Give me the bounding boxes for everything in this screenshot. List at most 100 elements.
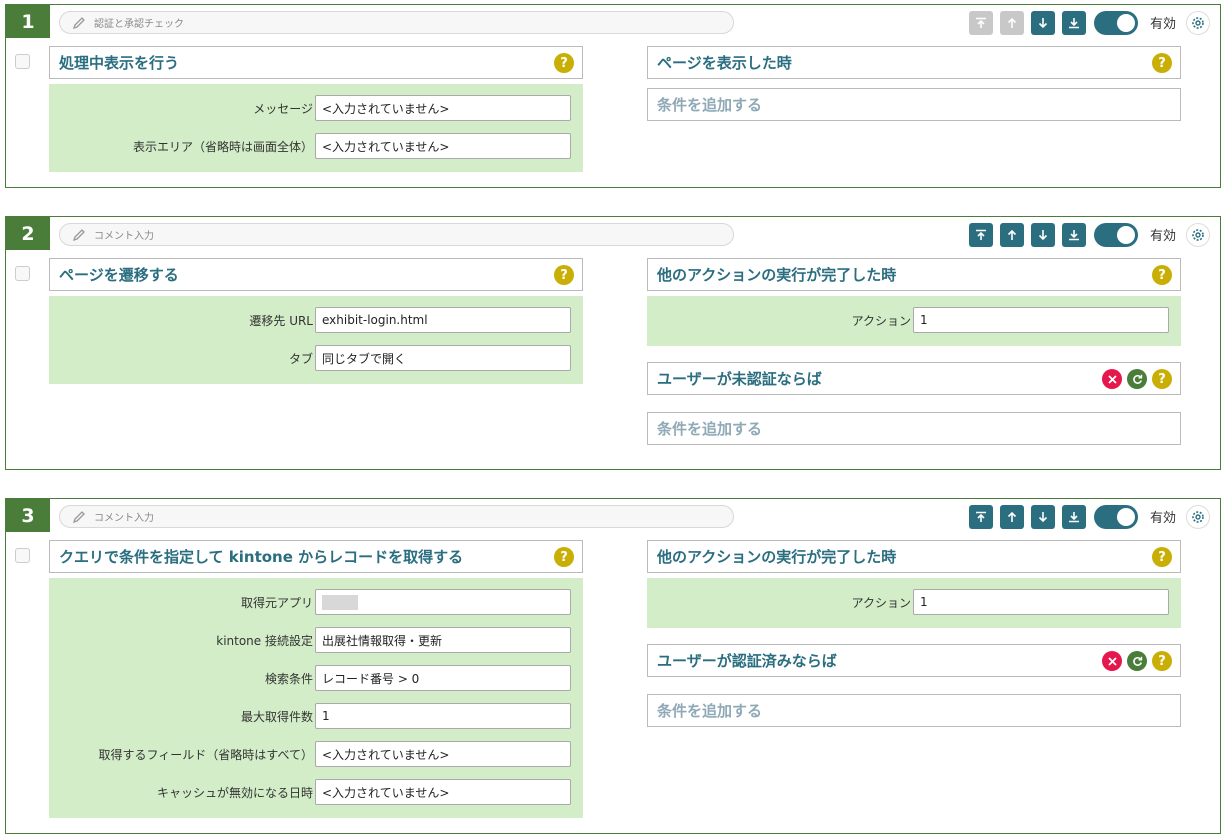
arrow-bottom-icon	[1068, 511, 1079, 522]
comment-input[interactable]: 認証と承認チェック	[59, 11, 734, 34]
add-condition-button[interactable]: 条件を追加する	[647, 694, 1181, 727]
comment-input[interactable]: コメント入力	[59, 505, 734, 528]
move-top-button[interactable]	[968, 222, 993, 247]
param-label: 遷移先 URL	[249, 314, 313, 328]
condition-title: ユーザーが認証済みならば	[657, 652, 837, 670]
move-down-button[interactable]	[1030, 504, 1055, 529]
action-params: メッセージ <入力されていません> 表示エリア（省略時は画面全体） <入力されて…	[49, 84, 583, 172]
param-row: 最大取得件数 1	[49, 703, 583, 729]
param-input[interactable]: <入力されていません>	[315, 779, 571, 805]
action-title: ページを遷移する	[59, 266, 179, 284]
settings-button[interactable]	[1186, 222, 1210, 247]
param-input[interactable]: 1	[913, 307, 1169, 333]
select-checkbox[interactable]	[15, 54, 30, 69]
close-icon	[1107, 374, 1117, 384]
enabled-toggle[interactable]	[1093, 222, 1138, 247]
action-header[interactable]: クエリで条件を指定して kintone からレコードを取得する ?	[49, 540, 583, 573]
arrow-down-icon	[1038, 511, 1048, 522]
param-input[interactable]: 1	[913, 589, 1169, 615]
param-input[interactable]: レコード番号 > 0	[315, 665, 571, 691]
param-row: アクション 1	[647, 307, 1181, 333]
action-block-2: 2 コメント入力 有効 ページを遷移する ? 遷移先 URL exhibit-l…	[5, 216, 1221, 470]
refresh-icon[interactable]	[1127, 651, 1147, 671]
trigger-header[interactable]: ページを表示した時 ?	[647, 46, 1181, 79]
arrow-up-icon	[1007, 511, 1017, 522]
help-icon[interactable]: ?	[554, 265, 574, 285]
help-icon[interactable]: ?	[554, 547, 574, 567]
app-select[interactable]	[315, 589, 571, 615]
param-input[interactable]: 1	[315, 703, 571, 729]
pencil-icon	[72, 16, 85, 29]
param-row: 表示エリア（省略時は画面全体） <入力されていません>	[49, 133, 583, 159]
param-label: メッセージ	[253, 102, 313, 116]
move-bottom-button[interactable]	[1061, 504, 1086, 529]
param-input[interactable]: <入力されていません>	[315, 741, 571, 767]
param-label: アクション	[851, 596, 911, 610]
comment-input[interactable]: コメント入力	[59, 223, 734, 246]
condition-header[interactable]: ユーザーが未認証ならば ?	[647, 362, 1181, 395]
move-bottom-button[interactable]	[1061, 222, 1086, 247]
param-row: 検索条件 レコード番号 > 0	[49, 665, 583, 691]
condition-title: ユーザーが未認証ならば	[657, 370, 822, 388]
move-up-button[interactable]	[999, 504, 1024, 529]
action-header[interactable]: ページを遷移する ?	[49, 258, 583, 291]
select-checkbox[interactable]	[15, 548, 30, 563]
action-title: 処理中表示を行う	[59, 54, 180, 72]
enabled-label: 有効	[1149, 17, 1176, 32]
param-label: 最大取得件数	[240, 710, 313, 724]
move-top-button[interactable]	[968, 10, 993, 35]
param-input[interactable]: 出展社情報取得・更新	[315, 627, 571, 653]
help-icon[interactable]: ?	[1152, 547, 1172, 567]
comment-text: 認証と承認チェック	[94, 19, 184, 30]
move-down-button[interactable]	[1030, 222, 1055, 247]
enabled-label: 有効	[1149, 229, 1176, 244]
trigger-title: 他のアクションの実行が完了した時	[657, 548, 897, 566]
settings-button[interactable]	[1186, 504, 1210, 529]
arrow-down-icon	[1038, 17, 1048, 28]
settings-button[interactable]	[1186, 10, 1210, 35]
action-header[interactable]: 処理中表示を行う ?	[49, 46, 583, 79]
select-checkbox[interactable]	[15, 266, 30, 281]
block-controls: 有効	[962, 10, 1210, 35]
enabled-toggle[interactable]	[1093, 10, 1138, 35]
remove-icon[interactable]	[1102, 369, 1122, 389]
param-input[interactable]: 同じタブで開く	[315, 345, 571, 371]
cycle-icon	[1132, 374, 1142, 384]
move-top-button[interactable]	[968, 504, 993, 529]
move-up-button[interactable]	[999, 10, 1024, 35]
add-condition-button[interactable]: 条件を追加する	[647, 412, 1181, 445]
move-down-button[interactable]	[1030, 10, 1055, 35]
arrow-top-icon	[975, 229, 986, 240]
param-row: アクション 1	[647, 589, 1181, 615]
refresh-icon[interactable]	[1127, 369, 1147, 389]
param-input[interactable]: <入力されていません>	[315, 133, 571, 159]
param-label: タブ	[288, 352, 313, 366]
add-condition-button[interactable]: 条件を追加する	[647, 88, 1181, 121]
trigger-header[interactable]: 他のアクションの実行が完了した時 ?	[647, 540, 1181, 573]
help-icon[interactable]: ?	[554, 53, 574, 73]
param-label: 検索条件	[264, 672, 313, 686]
action-params: 遷移先 URL exhibit-login.html タブ 同じタブで開く	[49, 296, 583, 384]
help-icon[interactable]: ?	[1152, 369, 1172, 389]
param-row: メッセージ <入力されていません>	[49, 95, 583, 121]
remove-icon[interactable]	[1102, 651, 1122, 671]
help-icon[interactable]: ?	[1152, 651, 1172, 671]
param-row: 取得元アプリ	[49, 589, 583, 615]
help-icon[interactable]: ?	[1152, 53, 1172, 73]
block-controls: 有効	[962, 504, 1210, 529]
param-input[interactable]: <入力されていません>	[315, 95, 571, 121]
param-input[interactable]: exhibit-login.html	[315, 307, 571, 333]
action-block-3: 3 コメント入力 有効 クエリで条件を指定して kintone からレコードを取…	[5, 498, 1221, 834]
move-up-button[interactable]	[999, 222, 1024, 247]
block-controls: 有効	[962, 222, 1210, 247]
param-label: 取得するフィールド（省略時はすべて）	[98, 748, 313, 762]
trigger-header[interactable]: 他のアクションの実行が完了した時 ?	[647, 258, 1181, 291]
enabled-toggle[interactable]	[1093, 504, 1138, 529]
arrow-top-icon	[975, 511, 986, 522]
move-bottom-button[interactable]	[1061, 10, 1086, 35]
condition-header[interactable]: ユーザーが認証済みならば ?	[647, 644, 1181, 677]
arrow-bottom-icon	[1068, 17, 1079, 28]
help-icon[interactable]: ?	[1152, 265, 1172, 285]
gear-icon	[1192, 228, 1204, 241]
comment-text: コメント入力	[94, 231, 154, 242]
